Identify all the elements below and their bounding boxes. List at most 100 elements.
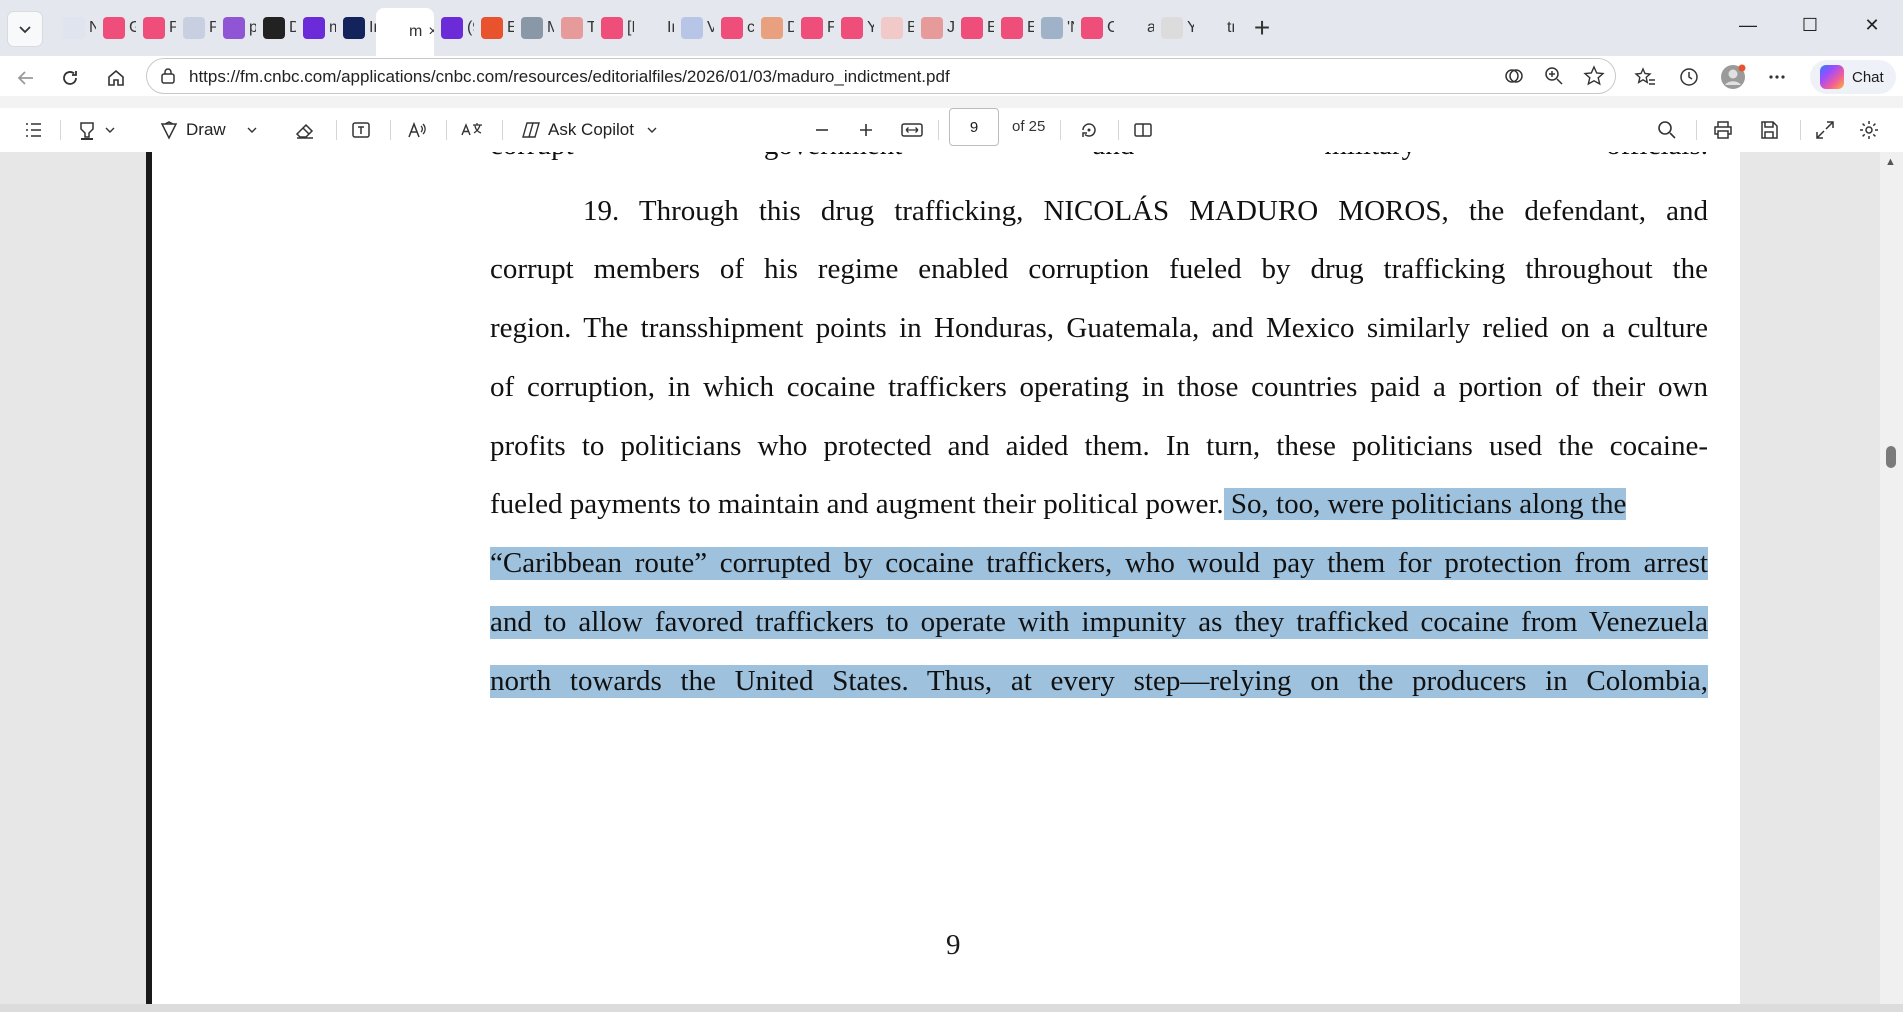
tab[interactable]: Ec [474, 8, 514, 48]
favorites-button[interactable] [1630, 62, 1660, 92]
document-line[interactable]: corrupt members of his regime enabled co… [490, 253, 1708, 286]
immersive-reader-icon[interactable] [1503, 65, 1525, 87]
search-icon [1658, 121, 1676, 139]
tab-favicon-icon [1161, 17, 1183, 39]
document-line[interactable]: of corruption, in which cocaine traffick… [490, 371, 1708, 404]
minimize-button[interactable]: — [1717, 0, 1779, 50]
selected-text[interactable]: So, too, were politicians along the [1223, 488, 1627, 520]
tab-favicon-icon [921, 17, 943, 39]
url-field[interactable]: https://fm.cnbc.com/applications/cnbc.co… [146, 58, 1616, 94]
tab[interactable]: tr [1194, 8, 1234, 48]
tab[interactable]: In [336, 8, 376, 48]
page-number-value[interactable]: 9 [970, 119, 978, 136]
tab[interactable]: Gi [96, 8, 136, 48]
read-aloud-button[interactable] [406, 116, 428, 144]
avatar-icon [1721, 64, 1746, 89]
history-button[interactable] [1674, 62, 1704, 92]
page-view-button[interactable] [1132, 116, 1154, 144]
tab[interactable]: Pe [176, 8, 216, 48]
tab[interactable]: m [296, 8, 336, 48]
save-button[interactable] [1758, 116, 1780, 144]
tab[interactable]: M [514, 8, 554, 48]
window-controls: — ☐ ✕ [1717, 0, 1903, 50]
toolbar-divider [390, 120, 391, 140]
tab[interactable]: In [634, 8, 674, 48]
zoom-in-button[interactable] [856, 116, 876, 144]
tab[interactable]: cc [714, 8, 754, 48]
rotate-button[interactable] [1078, 116, 1100, 144]
tab[interactable]: Di [256, 8, 296, 48]
tab[interactable]: Fl [794, 8, 834, 48]
new-tab-button[interactable]: + [1244, 10, 1280, 46]
tab-title: In [369, 19, 376, 36]
back-button[interactable] [10, 62, 42, 94]
tab[interactable]: [H [594, 8, 634, 48]
tab[interactable]: Yc [834, 8, 874, 48]
zoom-icon[interactable] [1543, 65, 1565, 87]
pdf-settings-button[interactable] [1858, 116, 1880, 144]
tab[interactable]: El [954, 8, 994, 48]
selected-text[interactable]: north towards the United States. Thus, a… [490, 665, 1708, 698]
scroll-up-icon[interactable]: ▲ [1885, 156, 1896, 168]
ask-copilot-button[interactable]: Ask Copilot [520, 116, 658, 144]
tab-actions-menu-button[interactable] [8, 12, 42, 46]
document-line[interactable]: corrupt government and military official… [490, 152, 1708, 162]
erase-button[interactable] [294, 116, 316, 144]
document-line[interactable]: 19. Through this drug trafficking, NICOL… [583, 195, 1708, 228]
profile-button[interactable] [1718, 62, 1748, 92]
home-icon [108, 69, 124, 86]
tab[interactable]: ai [1114, 8, 1154, 48]
selected-text[interactable]: “Caribbean route” corrupted by cocaine t… [490, 547, 1708, 580]
contents-button[interactable] [22, 116, 44, 144]
copilot-chat-button[interactable]: Chat [1810, 60, 1896, 94]
scrollbar-thumb[interactable] [1886, 446, 1896, 468]
document-text-plain[interactable]: fueled payments to maintain and augment … [490, 488, 1224, 520]
pdf-viewer[interactable]: corrupt government and military official… [0, 152, 1903, 1012]
tab[interactable]: Ba [874, 8, 914, 48]
tab[interactable]: Ni [56, 8, 96, 48]
tab[interactable]: Di [754, 8, 794, 48]
ask-copilot-label: Ask Copilot [548, 120, 634, 139]
translate-icon [461, 123, 482, 136]
tab[interactable]: Pi [136, 8, 176, 48]
translate-button[interactable] [460, 116, 484, 144]
close-window-button[interactable]: ✕ [1841, 0, 1903, 50]
url-text[interactable]: https://fm.cnbc.com/applications/cnbc.co… [189, 67, 950, 87]
tab[interactable]: Tr [554, 8, 594, 48]
tab-favicon-icon [103, 17, 125, 39]
tab[interactable]: pc [216, 8, 256, 48]
tab-favicon-icon [143, 17, 165, 39]
vertical-scrollbar[interactable]: ▲ [1880, 152, 1903, 1012]
find-button[interactable] [1656, 116, 1678, 144]
refresh-button[interactable] [54, 62, 86, 94]
draw-button[interactable]: Draw [158, 116, 258, 144]
tab[interactable]: Vi [674, 8, 714, 48]
maximize-button[interactable]: ☐ [1779, 0, 1841, 50]
pdf-page[interactable]: corrupt government and military official… [146, 152, 1740, 1012]
tab-strip: NiGiPiPepcDimInm×(9EcMTr[HInViccDiFlYcBa… [0, 0, 1903, 56]
tab[interactable]: El [994, 8, 1034, 48]
print-button[interactable] [1712, 116, 1734, 144]
document-line[interactable]: region. The transshipment points in Hond… [490, 312, 1708, 345]
site-info-icon[interactable] [159, 67, 177, 85]
add-text-button[interactable] [350, 116, 372, 144]
tab-active[interactable]: m × [376, 8, 434, 56]
toolbar-divider [1800, 120, 1801, 140]
home-button[interactable] [100, 62, 132, 94]
tab[interactable]: Jc [914, 8, 954, 48]
document-line[interactable]: profits to politicians who protected and… [490, 430, 1708, 463]
page-number-input[interactable]: 9 [949, 108, 999, 146]
selected-text[interactable]: and to allow favored traffickers to oper… [490, 606, 1708, 639]
full-screen-button[interactable] [1814, 116, 1836, 144]
tab[interactable]: Cc [1074, 8, 1114, 48]
settings-more-button[interactable] [1762, 62, 1792, 92]
tab[interactable]: (9 [434, 8, 474, 48]
favorite-star-icon[interactable] [1583, 65, 1605, 87]
highlight-button[interactable] [76, 116, 116, 144]
document-line[interactable]: fueled payments to maintain and augment … [490, 488, 1708, 521]
zoom-out-button[interactable] [812, 116, 832, 144]
chevron-down-icon [647, 127, 657, 133]
tab[interactable]: 'N [1034, 8, 1074, 48]
tab[interactable]: Yc [1154, 8, 1194, 48]
fit-to-width-button[interactable] [900, 116, 924, 144]
